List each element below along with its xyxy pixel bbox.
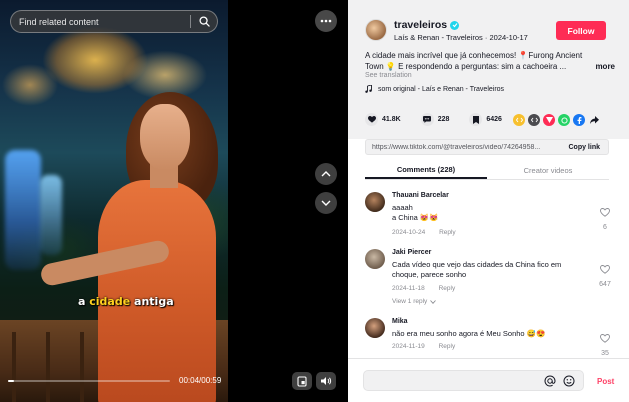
verified-badge-icon bbox=[450, 20, 460, 30]
comment-text: não era meu sonho agora é Meu Sonho 😅😍 bbox=[392, 329, 546, 338]
commenter-avatar[interactable] bbox=[365, 249, 385, 269]
copy-link-button[interactable]: Copy link bbox=[560, 144, 608, 151]
view-replies-button[interactable]: View 1 reply bbox=[392, 298, 437, 305]
commenter-name[interactable]: Jaki Piercer bbox=[392, 249, 431, 256]
video-link-box: https://www.tiktok.com/@traveleiros/vide… bbox=[365, 139, 609, 155]
more-link[interactable]: more bbox=[595, 61, 615, 72]
comment-meta: 2024-11-19 Reply bbox=[392, 343, 467, 350]
send-icon[interactable] bbox=[543, 114, 555, 126]
progress-bar[interactable] bbox=[8, 380, 170, 382]
like-stat[interactable]: 41.8K bbox=[365, 113, 401, 126]
comment-date: 2024-11-18 bbox=[392, 285, 425, 292]
mention-icon[interactable] bbox=[544, 375, 556, 387]
volume-button[interactable] bbox=[316, 372, 336, 390]
comment-like-count: 6 bbox=[603, 224, 607, 231]
search-icon[interactable] bbox=[191, 10, 217, 33]
progress-fill bbox=[8, 380, 15, 382]
picture-in-picture-icon bbox=[297, 375, 307, 387]
see-translation-link[interactable]: See translation bbox=[365, 72, 412, 79]
chevron-up-icon bbox=[321, 171, 331, 177]
heart-icon[interactable] bbox=[365, 113, 378, 126]
chevron-down-icon bbox=[321, 200, 331, 206]
save-count: 6426 bbox=[486, 116, 502, 123]
next-video-button[interactable] bbox=[315, 192, 337, 214]
pip-button[interactable] bbox=[292, 372, 312, 390]
search-bar[interactable]: Find related content bbox=[10, 10, 218, 33]
playback-time: 00:04/00:59 bbox=[179, 376, 222, 385]
waterfall bbox=[5, 150, 41, 270]
comment-like[interactable]: 6 bbox=[597, 204, 613, 231]
video-player[interactable]: a cidade antiga Find related content 00:… bbox=[0, 0, 348, 402]
video-frame[interactable]: a cidade antiga bbox=[0, 0, 228, 402]
heart-outline-icon bbox=[600, 265, 610, 274]
more-options-button[interactable] bbox=[315, 10, 337, 32]
comment-like-count: 35 bbox=[601, 350, 609, 357]
video-caption: a cidade antiga bbox=[78, 295, 174, 308]
like-count: 41.8K bbox=[382, 116, 401, 123]
music-note-icon bbox=[365, 85, 372, 93]
save-stat[interactable]: 6426 bbox=[469, 113, 502, 126]
content-tabs: Comments (228) Creator videos bbox=[365, 162, 609, 180]
video-link-url[interactable]: https://www.tiktok.com/@traveleiros/vide… bbox=[366, 144, 560, 151]
follow-button[interactable]: Follow bbox=[556, 21, 606, 40]
comment-like[interactable]: 35 bbox=[597, 330, 613, 357]
share-options bbox=[513, 114, 600, 126]
search-input[interactable]: Find related content bbox=[11, 17, 190, 27]
emoji-icon[interactable] bbox=[563, 375, 575, 387]
commenter-avatar[interactable] bbox=[365, 192, 385, 212]
whatsapp-icon[interactable] bbox=[558, 114, 570, 126]
comment-like-count: 647 bbox=[599, 281, 611, 288]
sound-link[interactable]: som original - Laís e Renan - Traveleiro… bbox=[365, 85, 504, 93]
reply-button[interactable]: Reply bbox=[439, 285, 456, 292]
app-root: a cidade antiga Find related content 00:… bbox=[0, 0, 629, 402]
chevron-down-icon bbox=[430, 299, 437, 304]
comment-stat[interactable]: 228 bbox=[420, 113, 450, 126]
engagement-stats: 41.8K 228 6426 bbox=[365, 113, 516, 126]
comment-count: 228 bbox=[437, 116, 450, 123]
comment-composer: Post bbox=[348, 358, 629, 402]
comment-like[interactable]: 647 bbox=[597, 261, 613, 288]
comment-text: aaaah a China 😻😻 bbox=[392, 203, 439, 222]
post-date: 2024-10-17 bbox=[489, 33, 528, 42]
comment-meta: 2024-10-24 Reply bbox=[392, 229, 468, 236]
comment-icon[interactable] bbox=[420, 113, 434, 126]
person-face bbox=[140, 104, 190, 170]
comment-date: 2024-10-24 bbox=[392, 229, 426, 236]
more-icon bbox=[320, 19, 332, 23]
author-avatar[interactable] bbox=[365, 19, 387, 41]
author-username[interactable]: traveleiros bbox=[394, 19, 460, 31]
post-comment-button[interactable]: Post bbox=[597, 377, 614, 386]
comment-input[interactable] bbox=[363, 370, 584, 391]
details-panel: traveleiros Laís & Renan - Traveleiros ·… bbox=[348, 0, 629, 402]
description-line-1: A cidade mais incrível que já conhecemos… bbox=[365, 51, 583, 60]
bookmark-icon[interactable] bbox=[469, 113, 483, 126]
description-line-2: Town 💡 E respondendo a perguntas: sim a … bbox=[365, 62, 567, 71]
heart-outline-icon bbox=[600, 208, 610, 217]
share-arrow-icon[interactable] bbox=[588, 114, 600, 126]
waterfall-small bbox=[40, 175, 62, 255]
volume-icon bbox=[321, 377, 332, 385]
sound-label: som original - Laís e Renan - Traveleiro… bbox=[378, 85, 505, 93]
commenter-name[interactable]: Thauani Barcelar bbox=[392, 192, 449, 199]
video-description: A cidade mais incrível que já conhecemos… bbox=[365, 50, 615, 72]
code-icon[interactable] bbox=[528, 114, 540, 126]
tab-creator-videos[interactable]: Creator videos bbox=[487, 162, 609, 179]
comment-text: Cada vídeo que vejo das cidades da China… bbox=[392, 260, 562, 279]
heart-outline-icon bbox=[600, 334, 610, 343]
commenter-name[interactable]: Mika bbox=[392, 318, 408, 325]
author-subline: Laís & Renan - Traveleiros · 2024-10-17 bbox=[394, 33, 528, 42]
comment-date: 2024-11-19 bbox=[392, 343, 425, 350]
reply-button[interactable]: Reply bbox=[439, 229, 456, 236]
previous-video-button[interactable] bbox=[315, 163, 337, 185]
commenter-avatar[interactable] bbox=[365, 318, 385, 338]
embed-icon[interactable] bbox=[513, 114, 525, 126]
comment-meta: 2024-11-18 Reply bbox=[392, 285, 467, 292]
caption-highlight: cidade bbox=[89, 295, 131, 308]
person-dress bbox=[98, 180, 216, 402]
reply-button[interactable]: Reply bbox=[439, 343, 456, 350]
author-display-name: Laís & Renan - Traveleiros bbox=[394, 33, 483, 42]
tab-comments[interactable]: Comments (228) bbox=[365, 162, 487, 179]
facebook-icon[interactable] bbox=[573, 114, 585, 126]
